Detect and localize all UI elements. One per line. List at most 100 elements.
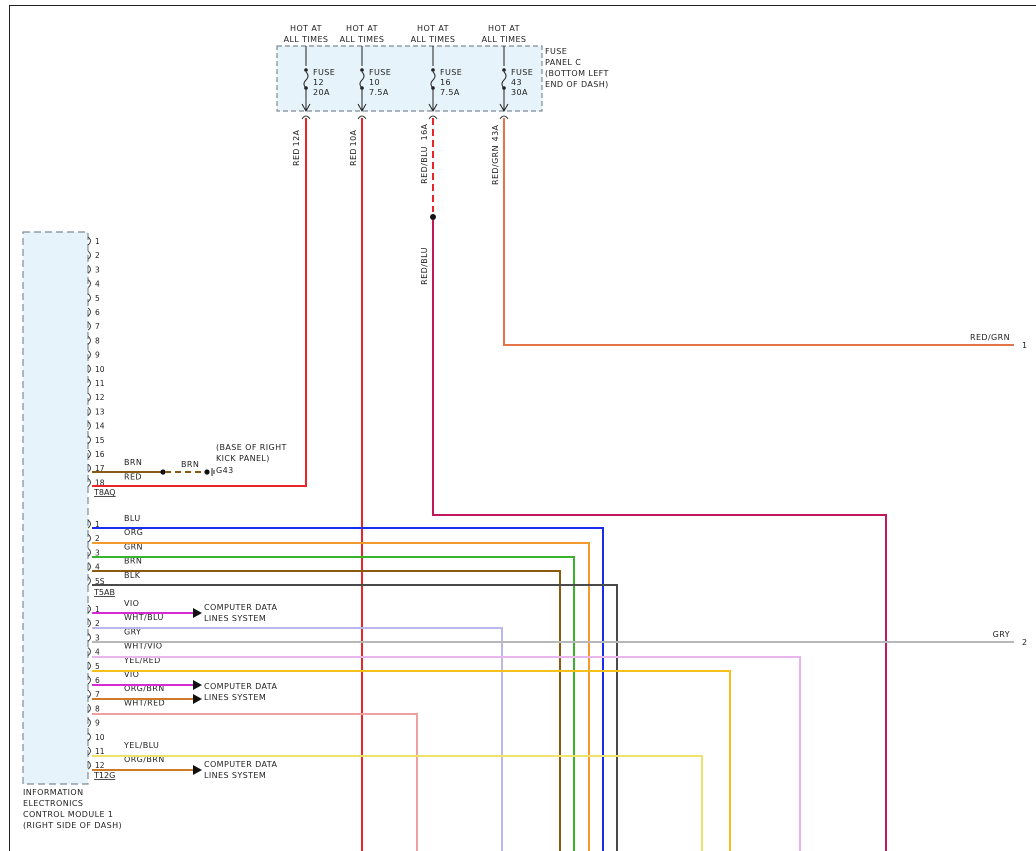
ground-location-line1: (BASE OF RIGHT bbox=[216, 443, 287, 452]
wiring-diagram: FUSE PANEL C (BOTTOM LEFT END OF DASH) H… bbox=[9, 5, 1036, 851]
fuse-43-circuit: 43A bbox=[491, 124, 500, 141]
connector-t8aq-pin-5-number: 5 bbox=[95, 294, 100, 303]
fuse-10-number: 10 bbox=[369, 78, 380, 87]
arrow-data-lines-3 bbox=[193, 694, 202, 704]
connector-t8aq-pin-9-number: 9 bbox=[95, 351, 100, 360]
connector-t8aq-pin-17-wire-color: BRN bbox=[124, 458, 142, 467]
wire-t5ab-blk bbox=[92, 584, 618, 851]
connector-t12g-pin-10-number: 10 bbox=[95, 733, 105, 742]
fuse-43-number: 43 bbox=[511, 78, 522, 87]
fuse-16-wire-color: RED/BLU bbox=[420, 146, 429, 184]
fuse-16-number: 16 bbox=[440, 78, 451, 87]
connector-t8aq-pin-11-number: 11 bbox=[95, 379, 105, 388]
splice-point-16 bbox=[430, 214, 436, 220]
ground-wire-color: BRN bbox=[181, 460, 199, 469]
fuse-43-amperage: 30A bbox=[511, 88, 528, 97]
fuse-panel-label-1: FUSE bbox=[545, 47, 567, 56]
connector-t8aq: T8AQ 1234567891011121314151617BRN18RED bbox=[87, 236, 142, 497]
connector-t12g-pin-5-number: 5 bbox=[95, 662, 100, 671]
connector-t12g-pin-4-number: 4 bbox=[95, 648, 100, 657]
wire-t5ab-org bbox=[92, 542, 590, 851]
ground-g43-point bbox=[204, 469, 210, 475]
connector-t8aq-pin-16-number: 16 bbox=[95, 450, 105, 459]
ground-symbol bbox=[211, 468, 215, 476]
connector-t12g-pin-2-wire-color: WHT/BLU bbox=[124, 613, 164, 622]
connector-t12g-pin-1-wire-color: VIO bbox=[124, 599, 139, 608]
fuse-panel-label-4: END OF DASH) bbox=[545, 80, 609, 89]
fuse-43-label: FUSE bbox=[511, 68, 533, 77]
connector-t5ab-pin-5S-wire-color: BLK bbox=[124, 571, 141, 580]
connector-t12g: T12G 1VIO2WHT/BLU3GRY4WHT/VIO5YEL/RED6VI… bbox=[87, 599, 165, 780]
fuse-16-circuit: 16A bbox=[420, 123, 429, 140]
module-name-line4: (RIGHT SIDE OF DASH) bbox=[23, 821, 122, 830]
connector-t8aq-pin-3-number: 3 bbox=[95, 265, 100, 274]
arrow-data-lines-4 bbox=[193, 765, 202, 775]
connector-t12g-pin-11-number: 11 bbox=[95, 747, 105, 756]
connector-t8aq-pin-14-number: 14 bbox=[95, 422, 105, 431]
module-name-line2: ELECTRONICS bbox=[23, 799, 83, 808]
wire-fuse43-red-grn bbox=[503, 118, 1014, 346]
connector-t8aq-id: T8AQ bbox=[93, 488, 116, 497]
fuse-12-hot-line2: ALL TIMES bbox=[284, 35, 329, 44]
exit-2-wire-color: GRY bbox=[993, 630, 1010, 639]
wire-t12g-8-wht-red bbox=[92, 713, 418, 851]
exit-1-ref: 1 bbox=[1022, 341, 1028, 350]
connector-t5ab-pin-2-wire-color: ORG bbox=[124, 528, 143, 537]
fuse-12-wire-color: RED bbox=[292, 148, 301, 166]
wire-t5ab-blu bbox=[92, 527, 604, 851]
connector-t12g-id: T12G bbox=[93, 771, 115, 780]
connector-t12g-pin-8-number: 8 bbox=[95, 704, 100, 713]
fuse-43-wire-color: RED/GRN bbox=[491, 145, 500, 185]
data-lines-label-2a: COMPUTER DATA bbox=[204, 682, 277, 691]
data-lines-label-2b: LINES SYSTEM bbox=[204, 693, 266, 702]
connector-t5ab-pin-2-number: 2 bbox=[95, 534, 100, 543]
fuse-12-label: FUSE bbox=[313, 68, 335, 77]
fuse-10-hot-line1: HOT AT bbox=[346, 24, 378, 33]
fuse-10-wire-color: RED bbox=[349, 148, 358, 166]
connector-t12g-pin-9-number: 9 bbox=[95, 719, 100, 728]
connector-t8aq-pin-1-number: 1 bbox=[95, 237, 100, 246]
diagram-border bbox=[9, 5, 1036, 851]
exit-1-wire-color: RED/GRN bbox=[970, 333, 1010, 342]
connector-t8aq-pin-4-number: 4 bbox=[95, 280, 100, 289]
fuse-12-number: 12 bbox=[313, 78, 324, 87]
fuse-10-amperage: 7.5A bbox=[369, 88, 389, 97]
connector-t8aq-pin-2-number: 2 bbox=[95, 251, 100, 260]
connector-t8aq-pin-18-wire-color: RED bbox=[124, 472, 142, 481]
connector-t8aq-pin-15-number: 15 bbox=[95, 436, 105, 445]
fuse-43-hot-line2: ALL TIMES bbox=[482, 35, 527, 44]
fuse-panel: FUSE PANEL C (BOTTOM LEFT END OF DASH) H… bbox=[276, 24, 609, 185]
connector-t12g-pin-6-number: 6 bbox=[95, 676, 100, 685]
connector-t5ab-pin-1-wire-color: BLU bbox=[124, 514, 141, 523]
exit-2-ref: 2 bbox=[1022, 638, 1028, 647]
wire-fuse12-red bbox=[92, 118, 307, 487]
fuse-10-circuit: 10A bbox=[349, 129, 358, 146]
data-lines-label-1b: LINES SYSTEM bbox=[204, 614, 266, 623]
fuse-10-hot-line2: ALL TIMES bbox=[340, 35, 385, 44]
ground-id: G43 bbox=[216, 466, 234, 475]
data-lines-label-3a: COMPUTER DATA bbox=[204, 760, 277, 769]
connector-t12g-pin-7-number: 7 bbox=[95, 690, 100, 699]
connector-t12g-pin-11-wire-color: YEL/BLU bbox=[123, 741, 159, 750]
fuse-10-label: FUSE bbox=[369, 68, 391, 77]
fuse-12-amperage: 20A bbox=[313, 88, 330, 97]
fuse-panel-label-2: PANEL C bbox=[545, 58, 581, 67]
connector-t5ab-id: T5AB bbox=[93, 588, 115, 597]
connector-t8aq-pin-13-number: 13 bbox=[95, 407, 105, 416]
connector-t12g-pin-2-number: 2 bbox=[95, 619, 100, 628]
fuse-16-hot-line2: ALL TIMES bbox=[411, 35, 456, 44]
connector-t8aq-pin-10-number: 10 bbox=[95, 365, 105, 374]
arrow-data-lines-2 bbox=[193, 680, 202, 690]
connector-t12g-pin-12-number: 12 bbox=[95, 761, 105, 770]
module-name-line3: CONTROL MODULE 1 bbox=[23, 810, 113, 819]
module-box bbox=[22, 231, 89, 785]
connector-t8aq-pin-6-number: 6 bbox=[95, 308, 100, 317]
fuse-panel-label-3: (BOTTOM LEFT bbox=[545, 69, 609, 78]
fuse-16-label: FUSE bbox=[440, 68, 462, 77]
info-electronics-control-module: INFORMATION ELECTRONICS CONTROL MODULE 1… bbox=[22, 231, 122, 830]
ground-location-line2: KICK PANEL) bbox=[216, 454, 270, 463]
connector-t8aq-pin-12-number: 12 bbox=[95, 393, 105, 402]
data-lines-label-3b: LINES SYSTEM bbox=[204, 771, 266, 780]
fuse-43-hot-line1: HOT AT bbox=[488, 24, 520, 33]
module-name-line1: INFORMATION bbox=[23, 788, 83, 797]
